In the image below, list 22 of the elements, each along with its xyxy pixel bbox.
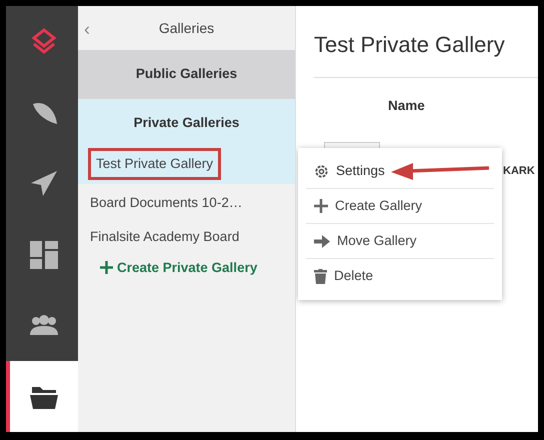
paper-plane-icon bbox=[29, 168, 59, 198]
menu-item[interactable]: Move Gallery bbox=[306, 224, 494, 259]
rail-item[interactable] bbox=[6, 361, 78, 432]
column-header: Name bbox=[388, 97, 426, 115]
panel-title: Galleries bbox=[158, 18, 214, 38]
plus-icon bbox=[314, 199, 328, 213]
folder-icon bbox=[30, 384, 58, 408]
page-title: Test Private Gallery bbox=[314, 31, 506, 59]
create-gallery-link[interactable]: Create Private Gallery bbox=[78, 258, 295, 278]
plus-icon bbox=[100, 261, 113, 274]
menu-item[interactable]: Create Gallery bbox=[306, 189, 494, 224]
gallery-item[interactable]: Finalsite Academy Board bbox=[85, 224, 295, 250]
arrow-right-icon bbox=[314, 234, 330, 248]
menu-item[interactable]: Delete bbox=[306, 259, 494, 294]
table-cell-text: KARK bbox=[503, 164, 535, 179]
logo-icon bbox=[29, 26, 59, 56]
gallery-item[interactable]: Test Private Gallery bbox=[88, 148, 222, 180]
section-tab[interactable]: Public Galleries bbox=[78, 50, 295, 99]
gear-icon bbox=[314, 164, 329, 178]
trash-icon bbox=[314, 269, 327, 284]
gallery-item[interactable]: Board Documents 10-2… bbox=[85, 190, 295, 216]
dashboard-icon bbox=[30, 240, 58, 268]
